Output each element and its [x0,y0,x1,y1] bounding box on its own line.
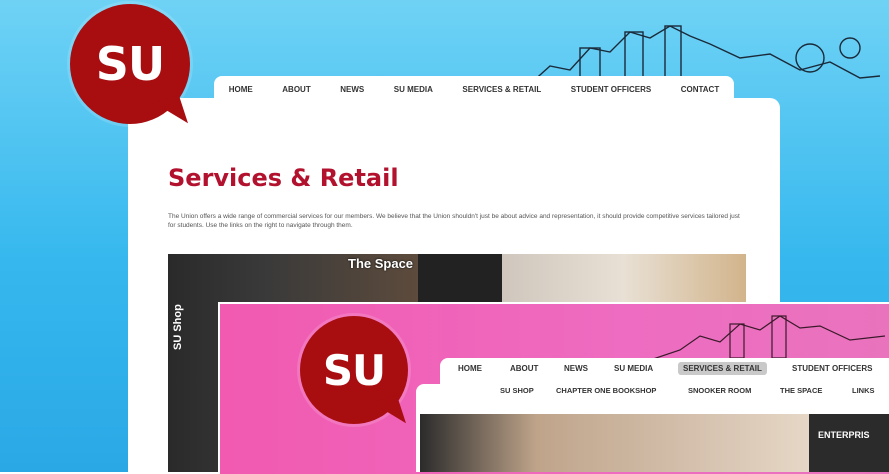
overlay-enterprise-label: ENTERPRIS [818,430,870,440]
subnav-snooker-room[interactable]: SNOOKER ROOM [688,386,751,395]
nav-news[interactable]: NEWS [340,85,364,94]
nav-student-officers[interactable]: STUDENT OFFICERS [571,85,651,94]
subnav-chapter-one-bookshop[interactable]: CHAPTER ONE BOOKSHOP [556,386,656,395]
intro-text: The Union offers a wide range of commerc… [168,213,740,229]
nav-su-media[interactable]: SU MEDIA [394,85,433,94]
nav-contact[interactable]: CONTACT [681,85,720,94]
overlay-nav-news[interactable]: NEWS [564,364,588,373]
overlay-enterprise-tile[interactable] [809,414,889,472]
overlay-nav-home[interactable]: HOME [458,364,482,373]
subnav-the-space[interactable]: THE SPACE [780,386,822,395]
main-navigation: HOME ABOUT NEWS SU MEDIA SERVICES & RETA… [214,76,734,102]
nav-about[interactable]: ABOUT [282,85,310,94]
subnav-su-shop[interactable]: SU SHOP [500,386,534,395]
subnav-links[interactable]: LINKS [852,386,875,395]
overlay-nav-su-media[interactable]: SU MEDIA [614,364,653,373]
su-logo[interactable]: SU [70,4,190,124]
su-shop-label: SU Shop [172,304,184,350]
overlay-city-doodle [650,315,885,361]
overlay-su-logo[interactable]: SU [300,316,408,424]
page-title: Services & Retail [168,164,399,192]
overlay-nav-services-retail[interactable]: SERVICES & RETAIL [678,362,767,375]
overlay-shop-photo[interactable] [420,414,809,472]
the-space-label: The Space [348,256,414,271]
overlay-nav-about[interactable]: ABOUT [510,364,538,373]
nav-services-retail[interactable]: SERVICES & RETAIL [462,85,541,94]
nav-home[interactable]: HOME [229,85,253,94]
overlay-nav-student-officers[interactable]: STUDENT OFFICERS [792,364,872,373]
